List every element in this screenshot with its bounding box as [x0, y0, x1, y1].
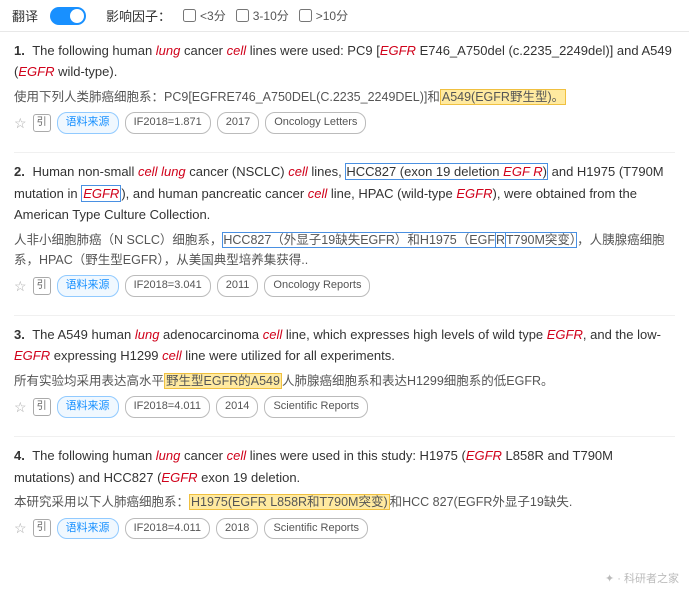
result-item-1: 1. The following human lung cancer cell …: [14, 40, 675, 134]
result-1-tag-if: IF2018=1.871: [125, 112, 211, 134]
result-4-cn: 本研究采用以下人肺癌细胞系：H1975(EGFR L858R和T790M突变)和…: [14, 492, 675, 512]
translate-toggle[interactable]: [50, 7, 86, 25]
filter-lt3-checkbox[interactable]: [183, 9, 196, 22]
result-3-tag-journal: Scientific Reports: [264, 396, 368, 418]
result-item-4: 4. The following human lung cancer cell …: [14, 445, 675, 539]
result-4-en: 4. The following human lung cancer cell …: [14, 445, 675, 488]
influence-label: 影响因子：: [106, 6, 171, 25]
filter-gt10-checkbox[interactable]: [299, 9, 312, 22]
result-1-tag-year: 2017: [217, 112, 259, 134]
result-2-hcc827: HCC827 (exon 19 deletion EGF R): [345, 163, 548, 180]
result-2-cite[interactable]: 引: [33, 277, 51, 295]
top-bar: 翻译 影响因子： <3分 3-10分 >10分: [0, 0, 689, 32]
filter-3-10[interactable]: 3-10分: [236, 7, 289, 24]
result-3-tag-year: 2014: [216, 396, 258, 418]
result-item-3: 3. The A549 human lung adenocarcinoma ce…: [14, 324, 675, 418]
result-2-tag-source[interactable]: 语料来源: [57, 275, 119, 297]
watermark: ✦ · 科研者之家: [605, 570, 679, 586]
result-3-cn: 所有实验均采用表达高水平野生型EGFR的A549人肺腺癌细胞系和表达H1299细…: [14, 371, 675, 391]
result-2-cn-highlight: HCC827（外显子19缺失EGFR）和H1975（EGFRT790M突变）: [222, 232, 577, 248]
result-1-cn: 使用下列人类肺癌细胞系：PC9[EGFRE746_A750DEL(C.2235_…: [14, 87, 675, 107]
result-1-cn-highlight: A549(EGFR野生型)。: [440, 89, 566, 105]
result-4-meta: ☆ 引 语料来源 IF2018=4.011 2018 Scientific Re…: [14, 517, 675, 539]
result-1-cite[interactable]: 引: [33, 114, 51, 132]
result-2-star[interactable]: ☆: [14, 275, 27, 297]
result-3-en: 3. The A549 human lung adenocarcinoma ce…: [14, 324, 675, 367]
translate-label: 翻译: [12, 6, 38, 25]
result-4-tag-journal: Scientific Reports: [264, 518, 368, 540]
result-1-tag-journal: Oncology Letters: [265, 112, 366, 134]
result-3-cite[interactable]: 引: [33, 398, 51, 416]
result-4-cite[interactable]: 引: [33, 519, 51, 537]
result-2-cn: 人非小细胞肺癌（N SCLC）细胞系，HCC827（外显子19缺失EGFR）和H…: [14, 230, 675, 270]
result-3-tag-if: IF2018=4.011: [125, 396, 210, 418]
filter-lt3[interactable]: <3分: [183, 7, 226, 24]
result-4-star[interactable]: ☆: [14, 517, 27, 539]
result-2-tag-year: 2011: [217, 275, 259, 297]
filter-gt10[interactable]: >10分: [299, 7, 348, 24]
result-4-tag-if: IF2018=4.011: [125, 518, 210, 540]
result-2-number: 2.: [14, 164, 25, 179]
result-2-meta: ☆ 引 语料来源 IF2018=3.041 2011 Oncology Repo…: [14, 275, 675, 297]
result-3-number: 3.: [14, 327, 25, 342]
results-content: 1. The following human lung cancer cell …: [0, 32, 689, 572]
result-1-tag-source[interactable]: 语料来源: [57, 112, 119, 134]
result-2-en: 2. Human non-small cell lung cancer (NSC…: [14, 161, 675, 225]
result-item-2: 2. Human non-small cell lung cancer (NSC…: [14, 161, 675, 297]
result-3-cn-highlight: 野生型EGFR的A549: [164, 373, 282, 389]
result-1-meta: ☆ 引 语料来源 IF2018=1.871 2017 Oncology Lett…: [14, 112, 675, 134]
result-1-star[interactable]: ☆: [14, 112, 27, 134]
result-4-tag-source[interactable]: 语料来源: [57, 518, 119, 540]
result-4-tag-year: 2018: [216, 518, 258, 540]
result-4-cn-highlight: H1975(EGFR L858R和T790M突变): [189, 494, 390, 510]
filter-group: <3分 3-10分 >10分: [183, 7, 348, 24]
result-1-en: 1. The following human lung cancer cell …: [14, 40, 675, 83]
filter-3-10-checkbox[interactable]: [236, 9, 249, 22]
result-3-star[interactable]: ☆: [14, 396, 27, 418]
result-1-number: 1.: [14, 43, 25, 58]
result-3-tag-source[interactable]: 语料来源: [57, 396, 119, 418]
result-4-number: 4.: [14, 448, 25, 463]
watermark-icon: ✦: [605, 572, 614, 585]
watermark-text: · 科研者之家: [617, 570, 679, 586]
result-3-meta: ☆ 引 语料来源 IF2018=4.011 2014 Scientific Re…: [14, 396, 675, 418]
result-2-tag-if: IF2018=3.041: [125, 275, 211, 297]
result-2-tag-journal: Oncology Reports: [264, 275, 370, 297]
